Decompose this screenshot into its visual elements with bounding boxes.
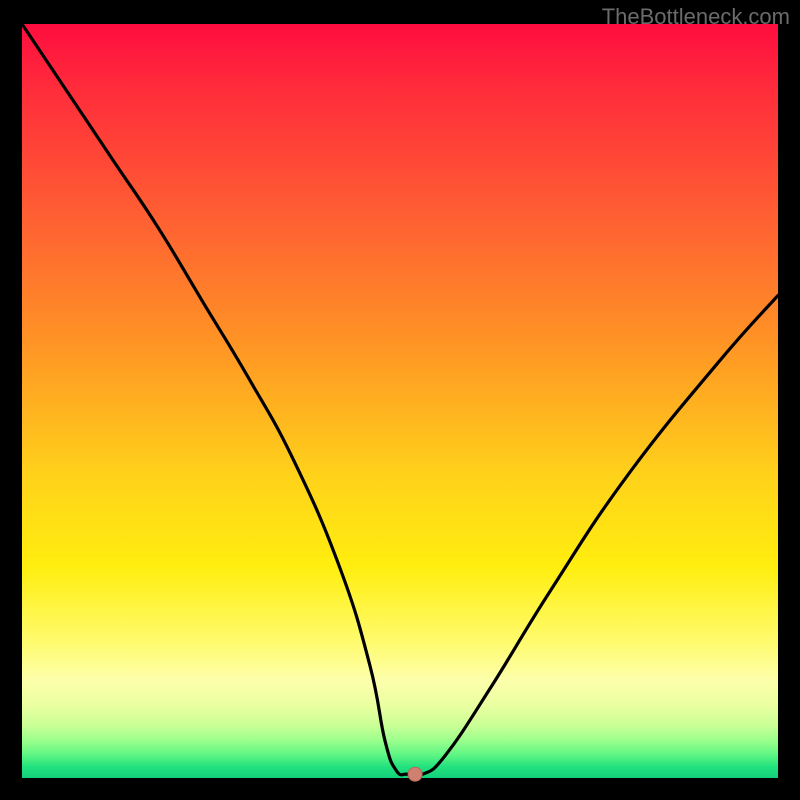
plot-area	[22, 24, 778, 778]
watermark-text: TheBottleneck.com	[602, 4, 790, 30]
bottleneck-curve	[22, 24, 778, 776]
curve-layer	[22, 24, 778, 778]
plot-inner	[22, 24, 778, 778]
chart-container: TheBottleneck.com	[0, 0, 800, 800]
optimal-point-marker	[408, 767, 422, 781]
